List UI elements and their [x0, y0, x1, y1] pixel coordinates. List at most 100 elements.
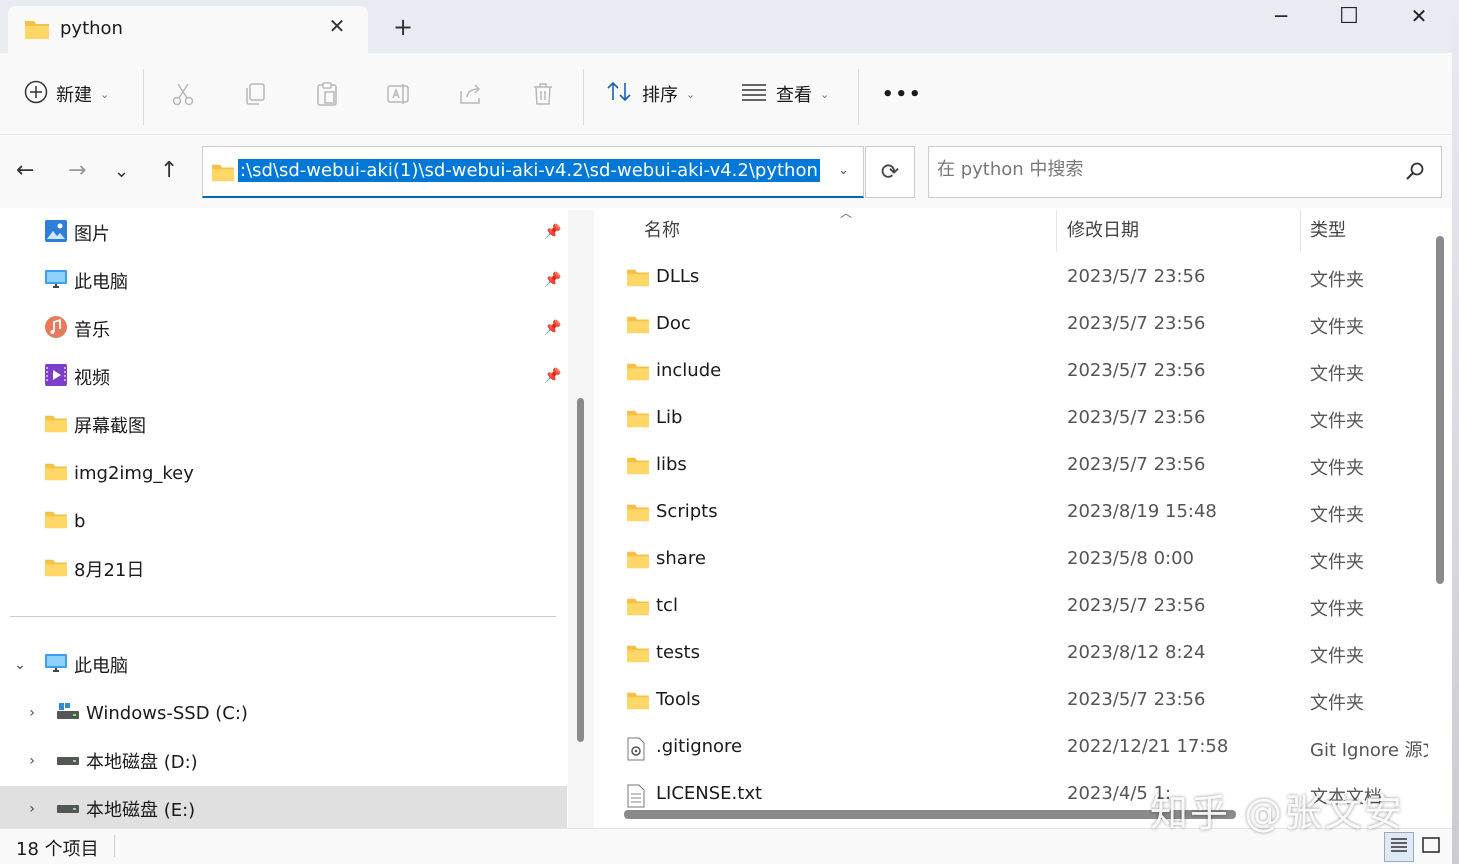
video-icon: [44, 363, 68, 392]
column-divider[interactable]: [1056, 210, 1057, 252]
background-edge: [1452, 0, 1459, 864]
search-box[interactable]: [928, 146, 1442, 198]
file-type: 文件夹: [1310, 458, 1364, 479]
maximize-button[interactable]: ☐: [1334, 4, 1364, 29]
chevron-down-icon[interactable]: ⌄: [838, 163, 849, 178]
address-bar[interactable]: :\sd\sd-webui-aki(1)\sd-webui-aki-v4.2\s…: [202, 146, 864, 198]
chevron-right-icon[interactable]: ›: [18, 801, 46, 817]
file-name: LICENSE.txt: [656, 783, 763, 804]
drive-icon: [56, 797, 80, 822]
rename-icon[interactable]: [386, 77, 412, 111]
file-row[interactable]: Lib 2023/5/7 23:56 文件夹: [626, 396, 1436, 443]
file-row[interactable]: share 2023/5/8 0:00 文件夹: [626, 537, 1436, 584]
tree-item-label: Windows-SSD (C:): [86, 702, 248, 724]
sort-label: 排序: [642, 85, 678, 106]
chevron-right-icon[interactable]: ›: [18, 705, 46, 721]
pin-icon[interactable]: 📌: [544, 368, 561, 384]
file-row[interactable]: tcl 2023/5/7 23:56 文件夹: [626, 584, 1436, 631]
new-tab-button[interactable]: +: [393, 13, 413, 41]
tiles-view-icon: [1421, 835, 1441, 859]
sidebar-item-screenshots[interactable]: 屏幕截图: [44, 407, 146, 443]
command-bar: 新建 ⌄ 排序 ⌄ 查看 ⌄ •••: [0, 53, 1459, 135]
pin-icon[interactable]: 📌: [544, 272, 561, 288]
recent-locations-icon[interactable]: ⌄: [114, 161, 129, 182]
forward-icon[interactable]: →: [68, 158, 86, 183]
pin-icon[interactable]: 📌: [544, 224, 561, 240]
more-options-button[interactable]: •••: [882, 77, 923, 111]
folder-icon: [626, 267, 650, 292]
file-type: 文件夹: [1310, 270, 1364, 291]
file-modified-date: 2023/5/7 23:56: [1067, 360, 1206, 381]
navigation-pane: 图片 📌 此电脑 📌 音乐 📌 视频 📌 屏幕截图 img2img_key b …: [0, 208, 594, 832]
title-bar: python ✕ + ─ ☐ ✕: [0, 0, 1459, 53]
file-name: tcl: [656, 595, 678, 616]
file-row[interactable]: tests 2023/8/12 8:24 文件夹: [626, 631, 1436, 678]
sidebar-item-videos[interactable]: 视频: [44, 359, 110, 395]
tree-item-drive-e[interactable]: › 本地磁盘 (E:): [0, 786, 567, 832]
toolbar-divider: [583, 69, 584, 125]
paste-icon[interactable]: [314, 77, 340, 111]
new-label: 新建: [56, 85, 92, 106]
search-input[interactable]: [937, 159, 1377, 180]
music-icon: [44, 315, 68, 344]
watermark: 知乎 @张文安: [1150, 791, 1405, 835]
chevron-right-icon[interactable]: ›: [18, 753, 46, 769]
column-header-name[interactable]: 名称: [644, 216, 680, 242]
file-row[interactable]: DLLs 2023/5/7 23:56 文件夹: [626, 255, 1436, 302]
share-icon[interactable]: [458, 77, 484, 111]
cut-icon[interactable]: [170, 77, 196, 111]
pin-icon[interactable]: 📌: [544, 320, 561, 336]
view-button[interactable]: 查看 ⌄: [740, 77, 829, 111]
file-row[interactable]: libs 2023/5/7 23:56 文件夹: [626, 443, 1436, 490]
file-row[interactable]: Scripts 2023/8/19 15:48 文件夹: [626, 490, 1436, 537]
tab-python[interactable]: python ✕: [8, 6, 368, 53]
sidebar-item-img2img-key[interactable]: img2img_key: [44, 455, 194, 491]
file-type: 文件夹: [1310, 646, 1364, 667]
scrollbar-thumb[interactable]: [577, 398, 584, 742]
refresh-button[interactable]: ⟳: [865, 146, 915, 198]
column-header-date[interactable]: 修改日期: [1067, 216, 1139, 242]
scrollbar-thumb[interactable]: [1436, 236, 1444, 584]
tree-item-drive-c[interactable]: › Windows-SSD (C:): [0, 690, 567, 736]
sidebar-item-b[interactable]: b: [44, 503, 85, 539]
sidebar-item-pictures[interactable]: 图片: [44, 215, 110, 251]
new-button[interactable]: 新建 ⌄: [24, 77, 109, 111]
drive-icon: [56, 749, 80, 774]
file-list: ︿ 名称 修改日期 类型 DLLs 2023/5/7 23:56 文件夹 Doc 202…: [598, 208, 1459, 828]
window-close-button[interactable]: ✕: [1404, 4, 1434, 28]
file-type: Git Ignore 源文: [1310, 740, 1428, 761]
file-name: .gitignore: [656, 736, 743, 757]
sidebar-scrollbar[interactable]: [568, 210, 594, 828]
sidebar-item-aug-21[interactable]: 8月21日: [44, 551, 144, 587]
address-path[interactable]: :\sd\sd-webui-aki(1)\sd-webui-aki-v4.2\s…: [238, 159, 820, 182]
tree-item-label: 此电脑: [74, 656, 128, 677]
close-tab-button[interactable]: ✕: [326, 14, 348, 38]
minimize-button[interactable]: ─: [1266, 4, 1296, 28]
column-divider[interactable]: [1300, 210, 1301, 252]
chevron-down-icon[interactable]: ⌄: [6, 657, 34, 673]
windows-drive-icon: [56, 701, 80, 726]
tiles-view-button[interactable]: [1416, 832, 1446, 862]
sidebar-item-this-pc[interactable]: 此电脑: [44, 263, 128, 299]
file-modified-date: 2023/5/7 23:56: [1067, 407, 1206, 428]
file-type: 文件夹: [1310, 317, 1364, 338]
tree-item-drive-d[interactable]: › 本地磁盘 (D:): [0, 738, 567, 784]
tree-item-label: 本地磁盘 (E:): [86, 800, 196, 821]
search-icon[interactable]: [1405, 161, 1425, 185]
horizontal-scrollbar-thumb[interactable]: [624, 810, 1236, 819]
file-row[interactable]: .gitignore 2022/12/21 17:58 Git Ignore 源文: [626, 725, 1436, 772]
sort-button[interactable]: 排序 ⌄: [606, 77, 695, 111]
chevron-down-icon: ⌄: [100, 87, 110, 101]
back-icon[interactable]: ←: [16, 158, 34, 183]
column-header-type[interactable]: 类型: [1310, 216, 1346, 242]
file-name: tests: [656, 642, 700, 663]
folder-icon: [24, 18, 50, 44]
up-icon[interactable]: ↑: [160, 158, 178, 183]
copy-icon[interactable]: [242, 77, 268, 111]
file-row[interactable]: Doc 2023/5/7 23:56 文件夹: [626, 302, 1436, 349]
tree-item-this-pc[interactable]: ⌄ 此电脑: [0, 642, 567, 688]
sidebar-item-music[interactable]: 音乐: [44, 311, 110, 347]
file-row[interactable]: Tools 2023/5/7 23:56 文件夹: [626, 678, 1436, 725]
delete-icon[interactable]: [530, 77, 556, 111]
file-row[interactable]: include 2023/5/7 23:56 文件夹: [626, 349, 1436, 396]
